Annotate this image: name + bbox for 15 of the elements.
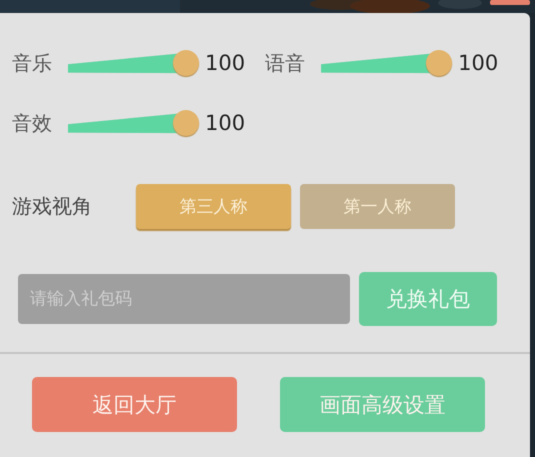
volume-value: 100 [458,51,498,75]
volume-label: 语音 [265,50,306,76]
view-option[interactable]: 第三人称 [136,184,291,229]
slider-thumb[interactable] [426,50,452,76]
volume-label: 音效 [12,110,53,136]
view-option[interactable]: 第一人称 [300,184,455,229]
volume-value: 100 [205,51,246,75]
back-button[interactable]: 返回大厅 [32,377,237,432]
redeem-button[interactable]: 兑换礼包 [359,272,497,326]
graphics-settings-button[interactable]: 画面高级设置 [280,377,485,432]
volume-label: 音乐 [12,50,53,76]
view-label: 游戏视角 [12,193,93,220]
volume-value: 100 [205,111,246,135]
slider-thumb[interactable] [173,50,199,76]
slider-thumb[interactable] [173,110,199,136]
